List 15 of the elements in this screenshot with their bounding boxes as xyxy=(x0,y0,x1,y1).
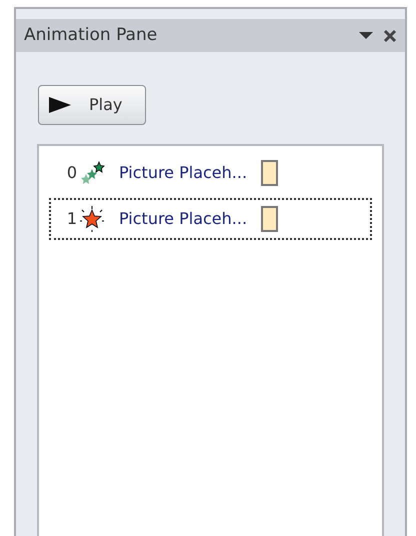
animation-item[interactable]: 0 Picture Placeh... xyxy=(49,152,372,194)
timing-bar xyxy=(261,160,278,186)
star-burst-icon xyxy=(79,206,105,232)
item-number: 0 xyxy=(66,162,77,184)
close-icon[interactable] xyxy=(383,28,397,42)
stars-icon xyxy=(79,161,105,185)
item-number: 1 xyxy=(66,208,77,230)
play-icon xyxy=(49,97,71,113)
pane-title: Animation Pane xyxy=(24,24,158,47)
timing-bar xyxy=(261,206,278,232)
play-button[interactable]: Play xyxy=(38,85,146,125)
item-label: Picture Placeh... xyxy=(119,162,248,184)
dropdown-icon[interactable] xyxy=(359,32,373,40)
item-label: Picture Placeh... xyxy=(119,208,248,230)
animation-item[interactable]: 1 Picture Placeh... xyxy=(49,198,372,240)
